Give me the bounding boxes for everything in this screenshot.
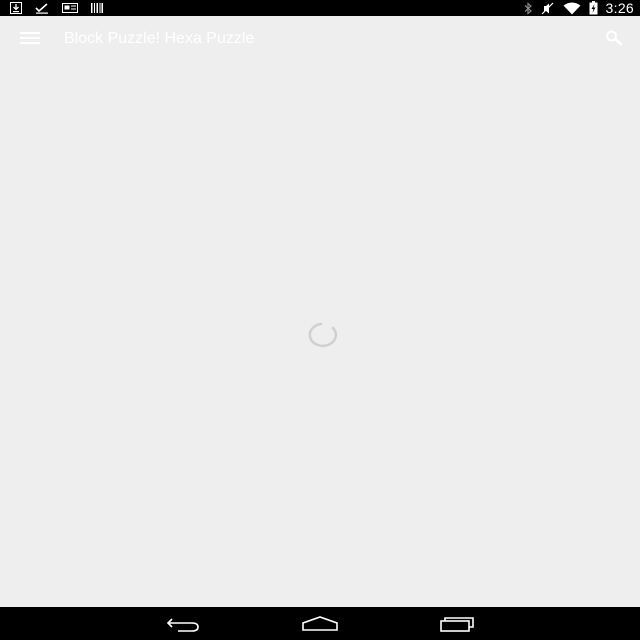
back-button[interactable]: [154, 607, 214, 640]
checkmark-icon: [35, 3, 48, 14]
bluetooth-icon: [524, 1, 532, 15]
search-button[interactable]: [602, 27, 626, 49]
mute-icon: [541, 2, 553, 14]
home-icon: [302, 615, 338, 631]
battery-charging-icon: [589, 1, 598, 15]
navigation-bar: [0, 607, 640, 640]
app-bar: Block Puzzle! Hexa Puzzle: [0, 16, 640, 60]
app-screen: 3:26 Block Puzzle! Hexa Puzzle: [0, 0, 640, 640]
recents-button[interactable]: [427, 607, 487, 640]
home-button[interactable]: [290, 607, 350, 640]
news-icon: [62, 3, 78, 13]
status-system-icons: 3:26: [523, 0, 634, 16]
barcode-icon: [91, 3, 103, 13]
hamburger-menu-icon: [20, 32, 40, 44]
wifi-icon: [563, 2, 581, 14]
content-area: [0, 60, 640, 607]
menu-button[interactable]: [18, 28, 42, 48]
search-icon: [606, 30, 623, 46]
download-icon: [10, 2, 22, 14]
app-title: Block Puzzle! Hexa Puzzle: [64, 30, 255, 47]
loading-spinner: [308, 322, 338, 348]
recents-icon: [440, 616, 474, 632]
back-icon: [166, 617, 199, 632]
status-bar: 3:26: [0, 0, 640, 16]
status-notification-icons: [10, 0, 104, 16]
status-clock: 3:26: [605, 0, 634, 16]
